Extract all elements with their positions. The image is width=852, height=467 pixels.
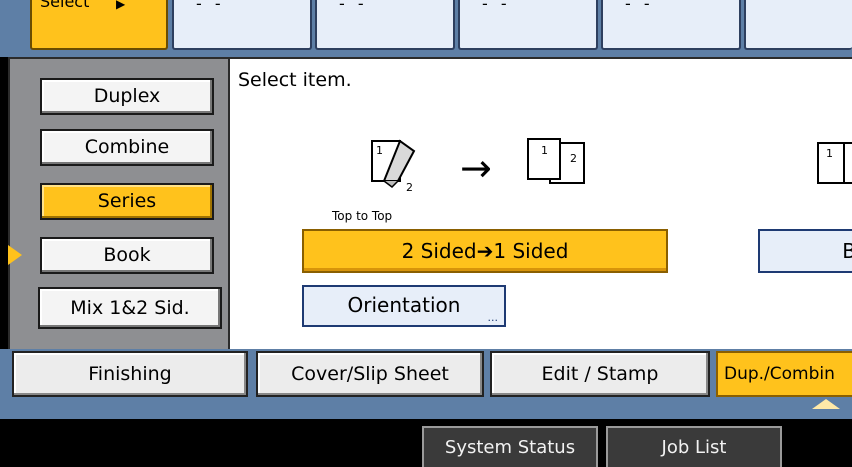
menu-item-book-label: Book (103, 244, 151, 266)
menu-item-duplex-label: Duplex (93, 85, 161, 107)
menu-item-combine-label: Combine (84, 136, 170, 158)
menu-item-duplex[interactable]: Duplex (40, 78, 214, 115)
top-tab-4-label: - - (482, 0, 511, 13)
main-panel: Duplex Combine Series Book Mix 1&2 Sid. … (8, 57, 852, 353)
select-tab[interactable]: Select ▶ (30, 0, 168, 50)
top-tab-6[interactable] (744, 0, 852, 50)
top-tab-2-label: - - (196, 0, 225, 13)
menu-item-series-label: Series (97, 190, 157, 212)
top-tab-strip: Select ▶ - - - - - - - - (0, 0, 852, 57)
menu-item-book[interactable]: Book (40, 237, 214, 274)
tab-edit-stamp-label: Edit / Stamp (541, 363, 659, 385)
top-tab-2[interactable]: - - (172, 0, 312, 50)
orientation-caption: Top to Top (332, 209, 393, 223)
menu-item-combine[interactable]: Combine (40, 129, 214, 166)
book-button-label: B (842, 239, 852, 263)
left-menu: Duplex Combine Series Book Mix 1&2 Sid. (8, 57, 228, 353)
selection-pointer-icon (8, 245, 22, 265)
top-tab-3[interactable]: - - (315, 0, 455, 50)
arrow-right-icon: → (460, 146, 492, 190)
system-status-label: System Status (444, 437, 576, 458)
instruction-text: Select item. (238, 69, 352, 91)
source-page-2-number: 2 (406, 181, 413, 194)
system-status-button[interactable]: System Status (422, 426, 598, 467)
job-list-button[interactable]: Job List (606, 426, 782, 467)
one-sided-result-icon: 1 2 (524, 137, 604, 189)
source-page-1-number: 1 (376, 144, 383, 157)
tab-finishing[interactable]: Finishing (12, 351, 248, 397)
tab-dup-combine[interactable]: Dup./Combin (716, 351, 852, 397)
menu-item-series[interactable]: Series (40, 183, 214, 220)
tab-edit-stamp[interactable]: Edit / Stamp (490, 351, 710, 397)
settings-content: Select item. 1 2 → 1 2 1 Top to Top 2 Si… (228, 57, 852, 353)
tab-dup-combine-label: Dup./Combin (724, 364, 835, 384)
job-list-label: Job List (661, 437, 727, 458)
select-arrow-icon: ▶ (116, 0, 126, 11)
active-tab-pointer-icon (812, 399, 840, 409)
top-tab-5-label: - - (625, 0, 654, 13)
function-tab-bar: Finishing Cover/Slip Sheet Edit / Stamp … (0, 349, 852, 419)
menu-item-mix-1-2-sided[interactable]: Mix 1&2 Sid. (38, 287, 222, 329)
top-tab-4[interactable]: - - (458, 0, 598, 50)
two-sided-to-one-sided-label: 2 Sided➔1 Sided (401, 239, 569, 263)
tab-cover-slip-sheet[interactable]: Cover/Slip Sheet (256, 351, 484, 397)
menu-item-mix-label: Mix 1&2 Sid. (70, 297, 190, 319)
book-page-number: 1 (826, 147, 833, 160)
result-page-1-number: 1 (541, 144, 548, 157)
top-tab-5[interactable]: - - (601, 0, 741, 50)
status-bar: System Status Job List (0, 419, 852, 467)
orientation-button[interactable]: Orientation ... (302, 285, 506, 327)
book-button[interactable]: B (758, 229, 852, 273)
book-page-icon: 1 (814, 139, 852, 189)
orientation-button-label: Orientation (347, 293, 461, 317)
top-tab-3-label: - - (339, 0, 368, 13)
select-tab-label: Select (40, 0, 90, 11)
two-sided-to-one-sided-button[interactable]: 2 Sided➔1 Sided (302, 229, 668, 273)
tab-cover-slip-sheet-label: Cover/Slip Sheet (291, 363, 449, 385)
more-options-icon: ... (487, 311, 499, 324)
two-sided-original-icon: 1 2 (370, 139, 422, 195)
tab-finishing-label: Finishing (88, 363, 172, 385)
result-page-2-number: 2 (570, 152, 577, 165)
